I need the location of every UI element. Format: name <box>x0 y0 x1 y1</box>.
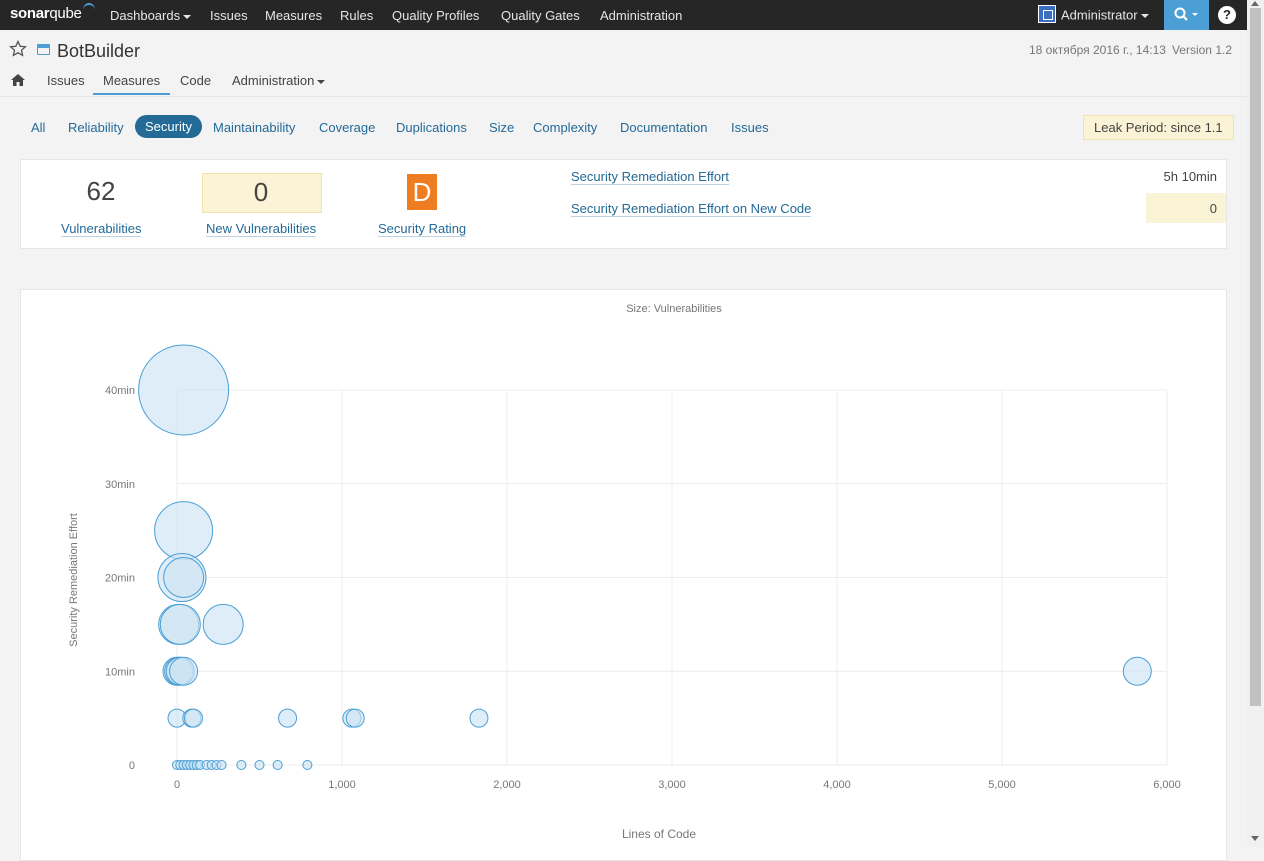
search-button[interactable] <box>1164 0 1209 30</box>
security-rating-badge[interactable]: D <box>407 174 437 210</box>
chart-bubble[interactable] <box>278 708 298 728</box>
nav-rules[interactable]: Rules <box>340 8 373 23</box>
security-rating-label[interactable]: Security Rating <box>378 221 467 237</box>
component-navigation: BotBuilder 18 октября 2016 г., 14:13 Vers… <box>0 30 1247 97</box>
home-icon[interactable] <box>10 73 26 87</box>
chart-x-label: Lines of Code <box>622 827 696 841</box>
nav-issues[interactable]: Issues <box>210 8 248 23</box>
chart-bubble[interactable] <box>159 603 201 645</box>
nav-administration[interactable]: Administration <box>600 8 682 23</box>
chart-title: Size: Vulnerabilities <box>626 303 722 315</box>
scroll-up-arrow-icon[interactable] <box>1251 1 1259 6</box>
domain-tab-issues[interactable]: Issues <box>731 120 769 135</box>
chevron-down-icon <box>1140 14 1149 18</box>
chart-bubble[interactable] <box>138 344 230 436</box>
user-name: Administrator <box>1061 7 1138 23</box>
y-tick-label: 40min <box>105 385 135 397</box>
logo-sonar-text: sonar <box>10 5 50 22</box>
y-tick-label: 20min <box>105 573 135 585</box>
chart-grid <box>176 389 1168 766</box>
chart-ticks: 0 1,000 2,000 3,000 4,000 5,000 6,000 0 10min 20m… <box>105 385 1181 791</box>
favorite-star-icon[interactable] <box>9 40 27 57</box>
chart-bubble[interactable] <box>163 557 205 598</box>
logo-qube-text: qube <box>49 5 82 22</box>
domain-tab-complexity[interactable]: Complexity <box>533 120 597 135</box>
chevron-down-icon <box>183 14 192 19</box>
nav-quality-gates[interactable]: Quality Gates <box>501 8 580 23</box>
domain-tab-duplications[interactable]: Duplications <box>396 120 467 135</box>
chart-bubble[interactable] <box>469 708 489 728</box>
vertical-scrollbar[interactable] <box>1247 0 1264 847</box>
user-menu[interactable]: Administrator <box>1038 5 1149 25</box>
tab-measures[interactable]: Measures <box>93 73 171 95</box>
x-tick-label: 4,000 <box>823 779 851 791</box>
tab-code[interactable]: Code <box>180 73 211 88</box>
remediation-new-value[interactable]: 0 <box>1210 201 1217 216</box>
chart-bubble[interactable] <box>254 760 265 770</box>
avatar <box>1038 5 1056 23</box>
analysis-date: 18 октября 2016 г., 14:13 <box>1029 43 1166 57</box>
chart-bubble[interactable] <box>216 760 227 770</box>
chart-bubble[interactable] <box>1122 656 1152 686</box>
domain-tab-security[interactable]: Security <box>135 115 202 138</box>
tab-issues[interactable]: Issues <box>47 73 85 88</box>
chart-bubble[interactable] <box>272 760 283 770</box>
x-tick-label: 5,000 <box>988 779 1016 791</box>
new-vulnerabilities-value[interactable]: 0 <box>231 177 291 208</box>
chart-bubble[interactable] <box>345 708 365 728</box>
tab-administration[interactable]: Administration <box>232 73 326 88</box>
y-tick-label: 10min <box>105 666 135 678</box>
chart-bubble[interactable] <box>236 760 247 770</box>
x-tick-label: 6,000 <box>1153 779 1181 791</box>
tab-administration-label: Administration <box>232 73 315 88</box>
remediation-new-label[interactable]: Security Remediation Effort on New Code <box>571 201 812 217</box>
project-version: Version 1.2 <box>1171 43 1232 57</box>
analysis-meta: 18 октября 2016 г., 14:13 Version 1.2 <box>1023 43 1232 57</box>
chart-bubble[interactable] <box>184 708 203 728</box>
bubble-chart: 0 1,000 2,000 3,000 4,000 5,000 6,000 0 10min 20m… <box>68 303 1181 841</box>
sonarqube-logo[interactable]: sonarqube <box>10 5 82 22</box>
x-tick-label: 0 <box>174 779 180 791</box>
x-tick-label: 3,000 <box>658 779 686 791</box>
remediation-effort-label[interactable]: Security Remediation Effort <box>571 169 729 185</box>
security-summary: 62 Vulnerabilities 0 New Vulnerabilities… <box>20 159 1227 249</box>
chart-bubble[interactable] <box>169 656 199 686</box>
y-tick-label: 0 <box>129 760 135 772</box>
project-icon <box>37 44 50 55</box>
remediation-effort-value[interactable]: 5h 10min <box>1164 169 1217 184</box>
scrollbar-thumb[interactable] <box>1250 8 1261 706</box>
domain-tab-coverage[interactable]: Coverage <box>319 120 375 135</box>
search-icon <box>1174 7 1198 21</box>
nav-measures[interactable]: Measures <box>265 8 322 23</box>
vulnerabilities-label[interactable]: Vulnerabilities <box>61 221 142 237</box>
x-tick-label: 1,000 <box>328 779 356 791</box>
leak-period-badge: Leak Period: since 1.1 <box>1083 115 1234 140</box>
chevron-down-icon <box>317 79 326 84</box>
x-tick-label: 2,000 <box>493 779 521 791</box>
new-vulnerabilities-label[interactable]: New Vulnerabilities <box>206 221 317 237</box>
chart-bubble[interactable] <box>302 760 313 770</box>
domain-tab-all[interactable]: All <box>31 120 45 135</box>
y-tick-label: 30min <box>105 479 135 491</box>
domain-tab-documentation[interactable]: Documentation <box>620 120 707 135</box>
scroll-down-arrow-icon[interactable] <box>1251 836 1259 841</box>
nav-quality-profiles[interactable]: Quality Profiles <box>392 8 479 23</box>
chart-bubble[interactable] <box>154 501 214 561</box>
help-icon[interactable]: ? <box>1218 6 1236 24</box>
chart-bubbles <box>138 344 1152 770</box>
nav-dashboards-label: Dashboards <box>110 8 181 23</box>
project-name[interactable]: BotBuilder <box>57 41 140 62</box>
domain-tab-reliability[interactable]: Reliability <box>68 120 124 135</box>
chart-y-label: Security Remediation Effort <box>68 513 80 647</box>
nav-dashboards[interactable]: Dashboards <box>110 8 192 23</box>
domain-tab-maintainability[interactable]: Maintainability <box>213 120 295 135</box>
chart-bubble[interactable] <box>202 603 244 645</box>
global-navigation: sonarqube Dashboards Issues Measures Rul… <box>0 0 1247 30</box>
bubble-chart-card: 0 1,000 2,000 3,000 4,000 5,000 6,000 0 10min 20m… <box>20 289 1227 861</box>
vulnerabilities-value[interactable]: 62 <box>71 176 131 207</box>
logo-wave-icon <box>83 3 95 17</box>
domain-tab-size[interactable]: Size <box>489 120 514 135</box>
